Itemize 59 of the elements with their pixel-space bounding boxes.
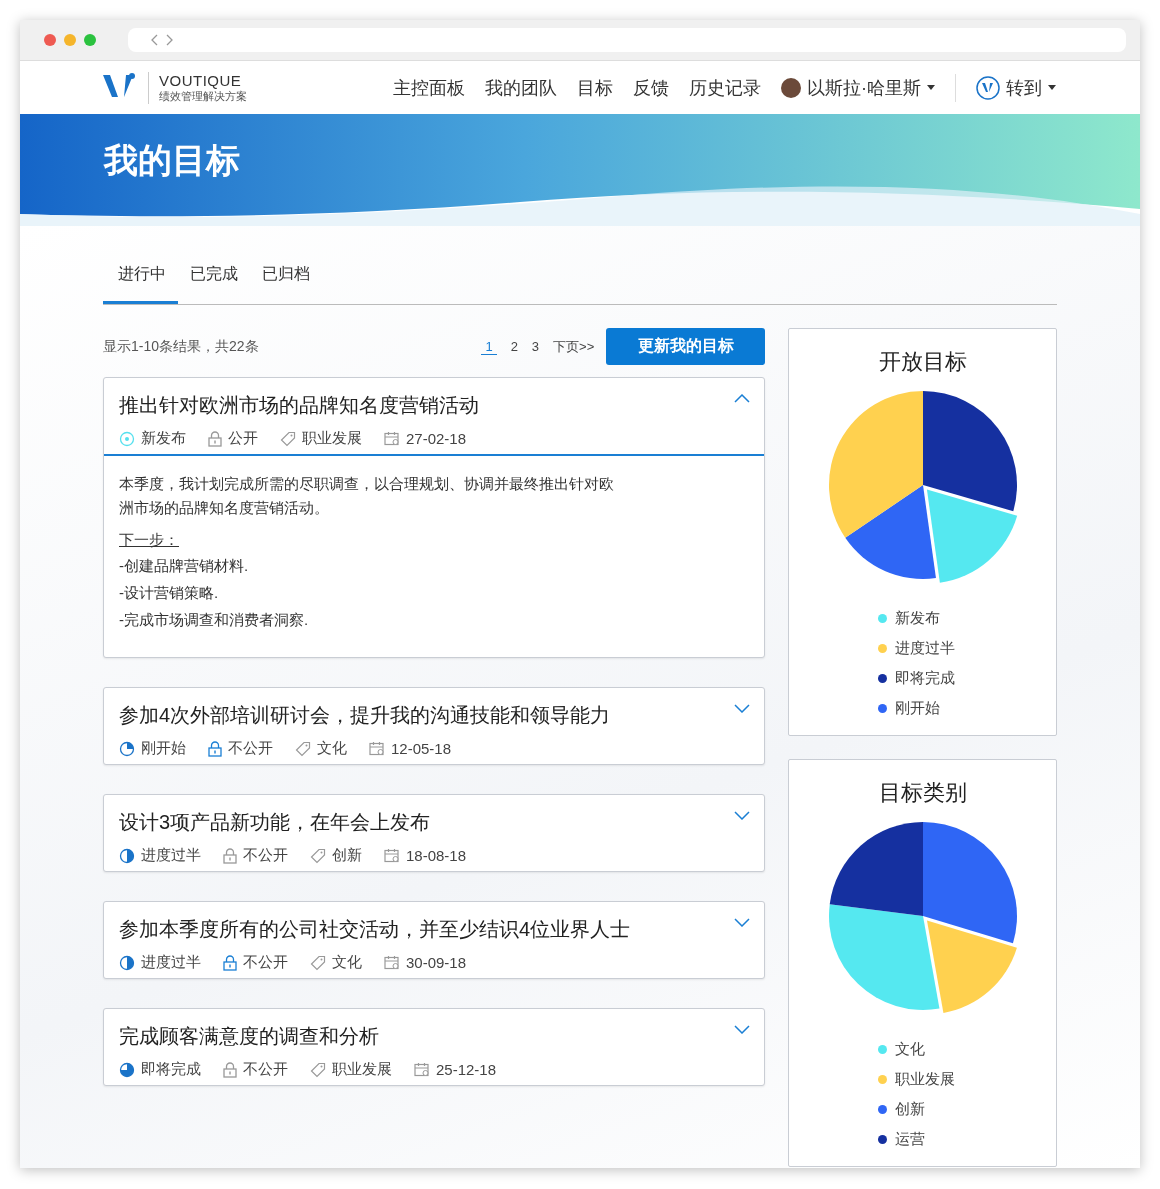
nav-link[interactable]: 目标 — [577, 75, 613, 100]
visibility-label: 不公开 — [228, 739, 273, 758]
goal-title: 设计3项产品新功能，在年会上发布 — [119, 810, 431, 835]
next-step: -创建品牌营销材料. — [119, 552, 249, 579]
legend-label: 运营 — [894, 1129, 925, 1149]
page-link[interactable]: 2 — [510, 339, 518, 354]
nav-link[interactable]: 主控面板 — [393, 75, 465, 100]
chart-title: 开放目标 — [878, 348, 967, 376]
goal-title: 推出针对欧洲市场的品牌知名度营销活动 — [119, 393, 479, 418]
category-label: 文化 — [317, 739, 347, 758]
results-summary: 显示1-10条结果，共22条 — [103, 337, 259, 356]
page-link[interactable]: 3 — [531, 339, 540, 354]
status-label: 新发布 — [141, 429, 186, 448]
brand-name: VOUTIQUE — [159, 71, 243, 89]
legend-label: 新发布 — [894, 608, 940, 628]
visibility-label: 不公开 — [243, 846, 288, 865]
status-label: 进度过半 — [141, 953, 201, 972]
nav-link[interactable]: 我的团队 — [485, 75, 557, 100]
due-date: 27-02-18 — [406, 430, 467, 447]
goal-description: 本季度，我计划完成所需的尽职调查，以合理规划、协调并最终推出针对欧洲市场的品牌知名度营销活动。 — [119, 474, 615, 518]
due-date: 12-05-18 — [391, 740, 452, 757]
next-step: -设计营销策略. — [119, 579, 219, 606]
nav-link[interactable]: 反馈 — [633, 75, 669, 100]
legend-label: 即将完成 — [894, 668, 955, 688]
due-date: 25-12-18 — [436, 1061, 497, 1078]
legend-label: 文化 — [894, 1039, 925, 1059]
tab[interactable]: 进行中 — [103, 246, 178, 304]
legend-label: 进度过半 — [894, 638, 955, 658]
legend-label: 创新 — [894, 1099, 925, 1119]
goal-title: 完成顾客满意度的调查和分析 — [119, 1024, 379, 1049]
page-title: 我的目标 — [102, 140, 240, 181]
chart-title: 目标类别 — [878, 779, 967, 807]
visibility-label: 不公开 — [243, 1060, 288, 1079]
category-label: 文化 — [332, 953, 362, 972]
next-steps-heading: 下一步： — [119, 530, 179, 550]
due-date: 30-09-18 — [406, 954, 467, 971]
category-label: 职业发展 — [332, 1060, 392, 1079]
next-step: -完成市场调查和消费者洞察. — [119, 606, 309, 633]
visibility-label: 不公开 — [243, 953, 288, 972]
status-label: 进度过半 — [141, 846, 201, 865]
tab[interactable]: 已完成 — [178, 246, 250, 304]
user-name[interactable]: 以斯拉·哈里斯 — [807, 75, 921, 100]
visibility-label: 公开 — [228, 429, 258, 448]
brand-tagline: 绩效管理解决方案 — [159, 89, 247, 104]
category-label: 创新 — [332, 846, 362, 865]
status-label: 即将完成 — [141, 1060, 201, 1079]
page-link[interactable]: 1 — [481, 338, 497, 355]
goto-menu[interactable]: 转到 — [1006, 75, 1042, 100]
goal-title: 参加本季度所有的公司社交活动，并至少结识4位业界人士 — [119, 917, 631, 942]
next-page-link[interactable]: 下页>> — [553, 337, 595, 356]
legend-label: 职业发展 — [894, 1069, 955, 1089]
category-label: 职业发展 — [302, 429, 362, 448]
tab[interactable]: 已归档 — [250, 246, 322, 304]
legend-label: 刚开始 — [894, 698, 940, 718]
update-goals-button[interactable]: 更新我的目标 — [606, 328, 766, 365]
due-date: 18-08-18 — [406, 847, 467, 864]
goal-title: 参加4次外部培训研讨会，提升我的沟通技能和领导能力 — [119, 703, 611, 728]
nav-link[interactable]: 历史记录 — [689, 75, 761, 100]
status-label: 刚开始 — [141, 739, 186, 758]
